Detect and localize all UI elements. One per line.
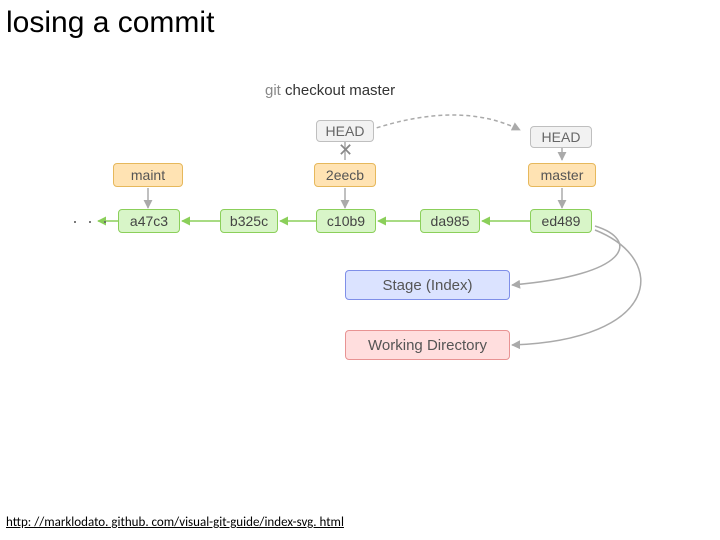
commit-b325c: b325c xyxy=(220,209,278,233)
branch-master: master xyxy=(528,163,596,187)
commit-a47c3: a47c3 xyxy=(118,209,180,233)
cmd-git: git xyxy=(265,82,281,99)
head-old-x: ✕ xyxy=(338,140,353,161)
page-title: losing a commit xyxy=(6,6,214,40)
commit-da985: da985 xyxy=(420,209,480,233)
head-new: HEAD xyxy=(530,126,592,148)
branch-lost-commit: 2eecb xyxy=(314,163,376,187)
commit-c10b9: c10b9 xyxy=(316,209,376,233)
head-old: HEAD xyxy=(316,120,374,142)
stage-index: Stage (Index) xyxy=(345,270,510,300)
commit-ed489: ed489 xyxy=(530,209,592,233)
ellipsis: · · · xyxy=(72,211,110,232)
cmd-args: checkout master xyxy=(285,82,395,99)
working-directory: Working Directory xyxy=(345,330,510,360)
branch-maint: maint xyxy=(113,163,183,187)
source-link[interactable]: http: //marklodato. github. com/visual-g… xyxy=(6,515,344,530)
git-diagram: git checkout master HEAD ✕ HEAD maint 2e… xyxy=(0,60,720,480)
git-command: git checkout master xyxy=(265,82,395,99)
